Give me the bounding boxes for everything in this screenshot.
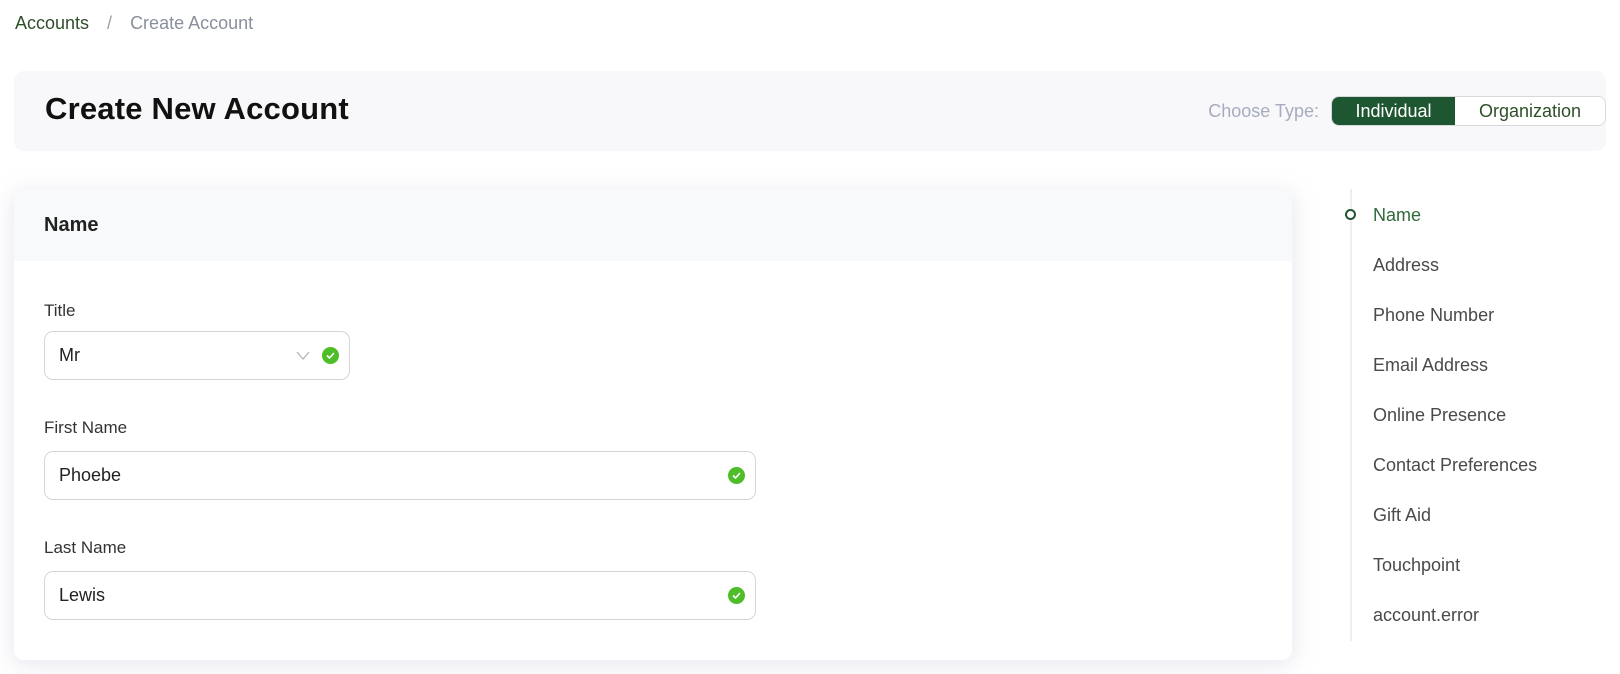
nav-item-gift-aid[interactable]: Gift Aid <box>1373 505 1431 526</box>
check-circle-icon <box>728 587 745 604</box>
nav-item-address[interactable]: Address <box>1373 255 1439 276</box>
nav-item-account-error[interactable]: account.error <box>1373 605 1479 626</box>
card-header: Name <box>14 189 1292 261</box>
name-section-card: Name Title Mr First Name Phoebe Last Nam… <box>14 189 1292 660</box>
check-circle-icon <box>322 347 339 364</box>
choose-type-label: Choose Type: <box>1208 100 1319 121</box>
chevron-down-icon[interactable] <box>296 349 310 363</box>
title-label: Title <box>44 301 76 320</box>
page-title: Create New Account <box>45 91 349 126</box>
breadcrumb-current: Create Account <box>130 13 254 33</box>
first-name-value: Phoebe <box>59 465 122 485</box>
breadcrumb: Accounts / Create Account <box>15 13 253 34</box>
breadcrumb-link-accounts[interactable]: Accounts <box>15 13 89 34</box>
account-type-toggle: Individual Organization <box>1331 96 1606 126</box>
last-name-input[interactable]: Lewis <box>44 571 756 620</box>
type-individual-button[interactable]: Individual <box>1332 97 1455 125</box>
type-organization-button[interactable]: Organization <box>1455 97 1605 125</box>
section-title: Name <box>44 213 99 236</box>
nav-item-contact-preferences[interactable]: Contact Preferences <box>1373 455 1537 476</box>
last-name-value: Lewis <box>59 585 106 605</box>
first-name-label: First Name <box>44 418 128 437</box>
nav-item-name[interactable]: Name <box>1373 205 1421 226</box>
active-section-indicator-icon <box>1345 209 1356 220</box>
nav-item-touchpoint[interactable]: Touchpoint <box>1373 555 1460 576</box>
page-header: Create New Account Choose Type: Individu… <box>14 71 1606 151</box>
check-circle-icon <box>728 467 745 484</box>
first-name-input[interactable]: Phoebe <box>44 451 756 500</box>
nav-item-email-address[interactable]: Email Address <box>1373 355 1488 376</box>
breadcrumb-separator: / <box>107 13 113 33</box>
account-type-chooser: Choose Type: Individual Organization <box>1208 96 1606 126</box>
title-select[interactable]: Mr <box>44 331 350 380</box>
title-select-value: Mr <box>59 345 80 365</box>
nav-item-phone-number[interactable]: Phone Number <box>1373 305 1494 326</box>
section-navigation: Name Address Phone Number Email Address … <box>1345 189 1610 641</box>
last-name-label: Last Name <box>44 538 127 557</box>
nav-item-online-presence[interactable]: Online Presence <box>1373 405 1506 426</box>
